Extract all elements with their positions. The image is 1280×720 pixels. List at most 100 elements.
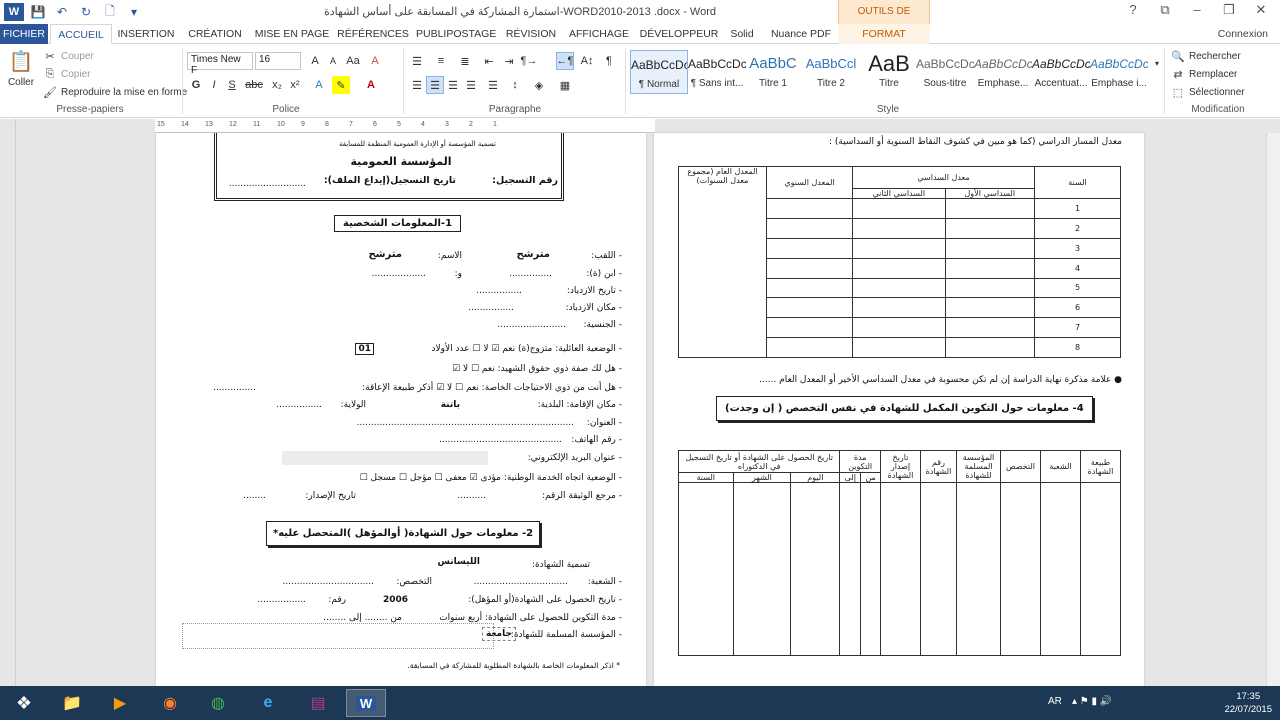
grade-cell[interactable] xyxy=(766,237,853,259)
ltr-icon[interactable]: ¶→ xyxy=(520,52,538,70)
table-cell[interactable] xyxy=(1040,482,1081,656)
drawing-selection-frame[interactable] xyxy=(182,623,494,649)
shading-icon[interactable]: ◈ xyxy=(530,76,548,94)
grade-cell[interactable] xyxy=(766,198,853,219)
tab-layout[interactable]: MISE EN PAGE xyxy=(254,24,330,44)
highlight-icon[interactable]: ✎ xyxy=(332,76,350,94)
taskbar-media[interactable]: ▶ xyxy=(100,689,140,717)
grade-cell[interactable] xyxy=(766,297,853,319)
tab-file[interactable]: FICHIER xyxy=(0,24,48,44)
tab-nuance-pdf[interactable]: Nuance PDF xyxy=(768,24,834,44)
table-cell[interactable] xyxy=(880,482,921,656)
replace-button[interactable]: ⇄ Remplacer xyxy=(1170,66,1237,82)
font-color-icon[interactable]: A xyxy=(362,76,380,94)
tab-home[interactable]: ACCUEIL xyxy=(50,24,112,44)
tray-icons[interactable]: ▴ ⚑ ▮ 🔊 xyxy=(1072,696,1112,707)
format-painter-button[interactable]: 🖌 Reproduire la mise en forme xyxy=(42,84,187,100)
vertical-ruler[interactable] xyxy=(0,133,16,686)
tab-design[interactable]: CRÉATION xyxy=(182,24,248,44)
sort-icon[interactable]: A↕ xyxy=(578,52,596,70)
multilevel-list-icon[interactable]: ≣ xyxy=(456,52,474,70)
underline-icon[interactable]: S xyxy=(223,76,241,94)
table-cell[interactable] xyxy=(839,482,862,656)
help-icon[interactable]: ? xyxy=(1122,2,1144,18)
taskbar-ie[interactable]: e xyxy=(248,689,288,717)
field-marital-status[interactable]: - الوضعية العائلية: متزوج(ة) نعم ☑ لا ☐ … xyxy=(431,344,622,354)
minimize-button[interactable]: – xyxy=(1186,2,1208,18)
tab-view[interactable]: AFFICHAGE xyxy=(566,24,632,44)
save-icon[interactable]: 💾 xyxy=(28,3,48,21)
borders-icon[interactable]: ▦ xyxy=(556,76,574,94)
text-effects-icon[interactable]: A xyxy=(310,76,328,94)
grade-cell[interactable] xyxy=(852,257,946,279)
distribute-icon[interactable]: ☰ xyxy=(484,76,502,94)
align-left-icon[interactable]: ☰ xyxy=(408,76,426,94)
undo-icon[interactable]: ↶ xyxy=(52,3,72,21)
grade-cell[interactable] xyxy=(944,237,1036,259)
maximize-button[interactable]: ❐ xyxy=(1218,2,1240,18)
table-cell[interactable] xyxy=(790,482,841,656)
tab-format[interactable]: FORMAT xyxy=(838,24,930,44)
line-spacing-icon[interactable]: ↕ xyxy=(506,76,524,94)
grade-cell[interactable] xyxy=(852,237,946,259)
grade-cell[interactable] xyxy=(944,337,1036,358)
grade-cell[interactable] xyxy=(852,277,946,299)
clear-format-icon[interactable]: A xyxy=(366,52,384,70)
grade-cell[interactable] xyxy=(766,337,853,358)
style-no-spacing[interactable]: AaBbCcDc ¶ Sans int... xyxy=(688,50,746,94)
style-intense-emphasis[interactable]: AaBbCcDc Emphase i... xyxy=(1090,50,1148,94)
grade-cell[interactable] xyxy=(766,257,853,279)
tab-references[interactable]: RÉFÉRENCES xyxy=(336,24,410,44)
cut-button[interactable]: ✂ Couper xyxy=(42,48,93,64)
decrease-indent-icon[interactable]: ⇤ xyxy=(480,52,498,70)
horizontal-ruler[interactable]: 15 14 13 12 11 10 9 8 7 6 5 4 3 2 1 xyxy=(155,119,655,133)
style-subtitle[interactable]: AaBbCcDc Sous-titre xyxy=(916,50,974,94)
vertical-scrollbar[interactable] xyxy=(1266,133,1280,686)
account-signin[interactable]: Connexion xyxy=(1218,24,1268,44)
table-cell[interactable] xyxy=(920,482,957,656)
language-indicator[interactable]: AR xyxy=(1048,696,1062,707)
taskbar-winrar[interactable]: ▤ xyxy=(298,689,338,717)
tab-insert[interactable]: INSERTION xyxy=(114,24,178,44)
table-cell[interactable] xyxy=(860,482,881,656)
close-button[interactable]: ✕ xyxy=(1250,2,1272,18)
select-button[interactable]: ⬚ Sélectionner xyxy=(1170,84,1245,100)
grade-cell[interactable] xyxy=(852,217,946,239)
increase-indent-icon[interactable]: ⇥ xyxy=(500,52,518,70)
numbering-icon[interactable]: ≡ xyxy=(432,52,450,70)
table-cell[interactable] xyxy=(732,482,792,656)
redo-icon[interactable]: ↻ xyxy=(76,3,96,21)
style-heading-2[interactable]: AaBbCcl Titre 2 xyxy=(802,50,860,94)
taskbar-chrome[interactable]: ◍ xyxy=(198,689,238,717)
font-name-combo[interactable]: Times New F xyxy=(187,52,253,76)
grade-cell[interactable] xyxy=(852,198,946,219)
change-case-icon[interactable]: Aa xyxy=(344,52,362,70)
grade-cell[interactable] xyxy=(766,217,853,239)
grade-cell[interactable] xyxy=(852,337,946,358)
tab-mailings[interactable]: PUBLIPOSTAGE xyxy=(416,24,496,44)
grade-cell[interactable] xyxy=(944,198,1036,219)
grade-cell[interactable] xyxy=(944,217,1036,239)
style-normal[interactable]: AaBbCcDc ¶ Normal xyxy=(630,50,688,94)
style-subtle-emphasis[interactable]: AaBbCcDc Emphase... xyxy=(974,50,1032,94)
grade-cell[interactable] xyxy=(852,297,946,319)
subscript-icon[interactable]: x₂ xyxy=(268,76,286,94)
tab-review[interactable]: RÉVISION xyxy=(502,24,560,44)
table-cell[interactable] xyxy=(678,482,734,656)
ribbon-display-icon[interactable]: ⧉ xyxy=(1154,2,1176,18)
taskbar-explorer[interactable]: 📁 xyxy=(52,689,92,717)
tab-solid[interactable]: Solid xyxy=(726,24,758,44)
show-marks-icon[interactable]: ¶ xyxy=(600,52,618,70)
grade-cell[interactable] xyxy=(766,317,853,339)
taskbar-word[interactable]: W xyxy=(346,689,386,717)
rtl-icon[interactable]: ←¶ xyxy=(556,52,574,70)
grade-cell[interactable] xyxy=(944,297,1036,319)
field-email-value[interactable] xyxy=(282,451,488,465)
grade-cell[interactable] xyxy=(944,257,1036,279)
align-center-icon[interactable]: ☰ xyxy=(426,76,444,94)
grade-cell[interactable] xyxy=(944,317,1036,339)
tab-selector[interactable] xyxy=(0,119,16,133)
bold-icon[interactable]: G xyxy=(187,76,205,94)
style-title[interactable]: AaB Titre xyxy=(860,50,918,94)
strikethrough-icon[interactable]: abc xyxy=(245,76,263,94)
